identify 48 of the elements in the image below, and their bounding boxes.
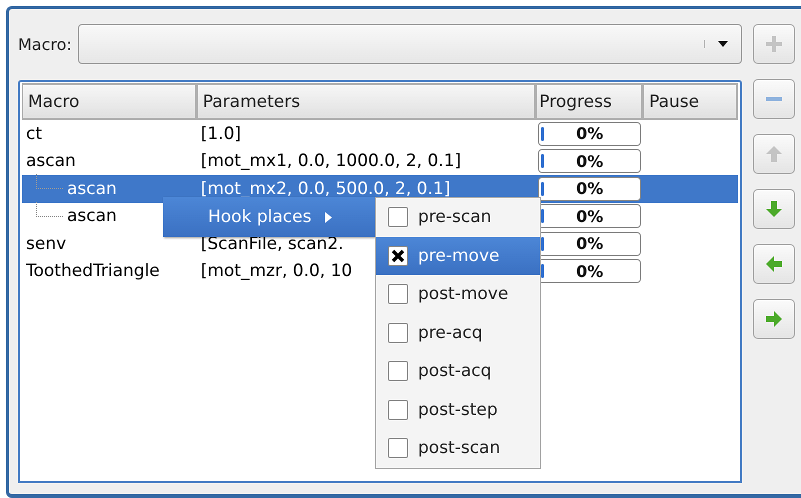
- progress-text: 0%: [576, 124, 604, 144]
- submenu-arrow-icon: [325, 212, 332, 222]
- checkbox[interactable]: [388, 438, 408, 458]
- table-cell: [1.0]: [200, 124, 242, 144]
- menu-item[interactable]: post-acq: [376, 352, 540, 390]
- table-cell: ascan: [26, 151, 76, 172]
- progress-text: 0%: [576, 206, 604, 226]
- menu-item[interactable]: Hook places: [163, 197, 375, 237]
- menu-item[interactable]: post-step: [376, 390, 540, 429]
- side-button[interactable]: [753, 189, 795, 229]
- column-header[interactable]: Macro: [22, 83, 197, 120]
- checkbox[interactable]: [388, 322, 408, 343]
- table-cell: [mot_mx1, 0.0, 1000.0, 2, 0.1]: [200, 151, 462, 172]
- progress-text: 0%: [576, 152, 604, 171]
- table-cell: [mot_mzr, 0.0, 10: [200, 261, 352, 282]
- checkbox[interactable]: [388, 246, 408, 266]
- caret-icon: [704, 40, 729, 48]
- side-button[interactable]: [753, 244, 795, 284]
- left-arrow-icon: [764, 254, 784, 274]
- progress-text: 0%: [576, 234, 604, 254]
- menu-item[interactable]: pre-move: [376, 236, 540, 275]
- up-arrow-icon: [764, 144, 784, 164]
- table-cell: ascan: [67, 178, 117, 199]
- table-cell: senv: [26, 234, 66, 254]
- checkbox[interactable]: [388, 361, 408, 382]
- down-arrow-icon: [764, 199, 784, 219]
- plus-icon: [764, 34, 784, 54]
- checkbox[interactable]: [388, 207, 408, 228]
- macro-dropdown[interactable]: [78, 24, 742, 64]
- table-cell: ascan: [67, 206, 117, 226]
- progress-text: 0%: [576, 179, 604, 198]
- progress-text: 0%: [576, 262, 604, 281]
- table-cell: [mot_mx2, 0.0, 500.0, 2, 0.1]: [200, 178, 450, 199]
- column-header[interactable]: Progress: [536, 83, 644, 120]
- table-cell: ToothedTriangle: [26, 261, 160, 282]
- menu-item[interactable]: pre-acq: [376, 314, 540, 352]
- side-button[interactable]: [753, 79, 795, 119]
- menu-item[interactable]: post-scan: [376, 429, 540, 468]
- checkbox[interactable]: [388, 284, 408, 304]
- macro-label: Macro:: [18, 34, 72, 54]
- checkbox[interactable]: [388, 400, 408, 420]
- column-header[interactable]: Parameters: [196, 83, 536, 120]
- column-header[interactable]: Pause: [643, 83, 738, 120]
- menu-item[interactable]: post-move: [376, 275, 540, 314]
- right-arrow-icon: [764, 309, 784, 329]
- minus-icon: [766, 97, 782, 101]
- side-button[interactable]: [753, 299, 795, 339]
- table-cell: ct: [26, 124, 42, 144]
